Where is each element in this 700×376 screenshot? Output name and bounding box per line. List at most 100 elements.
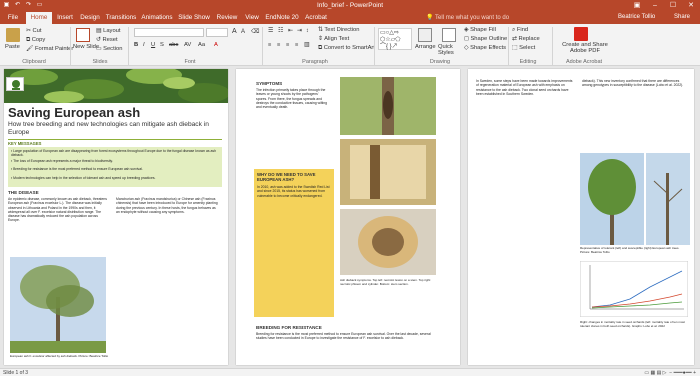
reset-button[interactable]: ↺ Reset xyxy=(96,37,118,43)
arrange-button[interactable]: Arrange xyxy=(415,44,436,50)
key-bullet-4-text: Modern technologies can help in the sele… xyxy=(13,176,156,180)
shape-fill-button[interactable]: ◈ Shape Fill xyxy=(464,27,496,33)
copy-button[interactable]: ⧉ Copy xyxy=(26,37,45,44)
new-slide-icon[interactable] xyxy=(76,28,90,42)
slide-page-1[interactable]: Saving European ash How tree breeding an… xyxy=(4,69,228,365)
select-button[interactable]: ⬚ Select xyxy=(512,45,535,51)
key-bullet-3-text: Breeding for resistance is the most pref… xyxy=(13,167,143,171)
status-bar: Slide 1 of 3 ▭ ▦ ▤ ▷ − ━━━●━━ + xyxy=(0,368,700,376)
shape-effects-button[interactable]: ◇ Shape Effects xyxy=(464,45,506,51)
replace-label: Replace xyxy=(518,36,540,42)
slides-group-label: Slides xyxy=(92,59,108,65)
tab-transitions[interactable]: Transitions xyxy=(104,12,138,24)
tab-file[interactable]: File xyxy=(2,12,24,24)
text-direction-button[interactable]: ⇅ Text Direction xyxy=(318,27,360,33)
section-label: Section xyxy=(103,46,123,52)
italic-icon[interactable]: I xyxy=(143,42,145,48)
justify-icon[interactable]: ≡ xyxy=(295,42,298,48)
ribbon-display-icon[interactable]: ▣ xyxy=(628,0,646,12)
quick-styles-icon[interactable] xyxy=(442,28,456,42)
slide-page-2[interactable]: SYMPTOMS The infection primarily takes p… xyxy=(236,69,460,365)
inventory-text: dieback). This new inventory confirmed t… xyxy=(582,79,684,88)
key-messages-box: ▪ Large population of European ash are d… xyxy=(8,147,222,187)
tell-me-search[interactable]: 💡 Tell me what you want to do xyxy=(426,14,509,21)
align-left-icon[interactable]: ≡ xyxy=(268,42,271,48)
char-spacing-icon[interactable]: AV xyxy=(184,42,191,48)
tab-endnote[interactable]: EndNote 20 xyxy=(264,12,300,24)
paragraph-group-label: Paragraph xyxy=(302,59,328,65)
cut-button[interactable]: ✂ Cut xyxy=(26,28,42,34)
breeding-heading: BREEDING FOR RESISTANCE xyxy=(256,325,322,330)
logo xyxy=(6,77,24,91)
paste-button[interactable]: Paste xyxy=(5,44,20,50)
paste-icon[interactable] xyxy=(6,28,20,42)
numbering-icon[interactable]: ☷ xyxy=(278,28,283,34)
columns-icon[interactable]: ▥ xyxy=(304,42,309,48)
tell-me-label: Tell me what you want to do xyxy=(435,15,510,21)
line-spacing-icon[interactable]: ↕ xyxy=(306,28,309,34)
font-color-icon[interactable]: A xyxy=(214,42,218,48)
divider xyxy=(8,139,222,140)
underline-icon[interactable]: U xyxy=(151,42,155,48)
create-pdf-icon[interactable] xyxy=(574,27,588,41)
key-bullet-4: ▪ Modern technologies can help in the se… xyxy=(11,176,156,180)
slide-canvas[interactable]: Saving European ash How tree breeding an… xyxy=(0,66,700,368)
bullets-icon[interactable]: ☰ xyxy=(268,28,273,34)
separator xyxy=(374,27,375,65)
tab-acrobat[interactable]: Acrobat xyxy=(302,12,330,24)
tab-home[interactable]: Home xyxy=(26,12,52,24)
convert-smartart-button[interactable]: ⧉ Convert to SmartArt xyxy=(318,45,375,52)
shadow-icon[interactable]: S xyxy=(160,42,164,48)
shrink-font-icon[interactable]: A xyxy=(241,29,245,35)
maximize-button[interactable]: ☐ xyxy=(664,0,682,12)
share-button[interactable]: Share xyxy=(674,14,690,20)
arrange-icon[interactable] xyxy=(418,28,432,42)
user-name[interactable]: Beatrice Tollio xyxy=(618,14,655,20)
font-size-box[interactable] xyxy=(206,28,228,37)
tab-view[interactable]: View xyxy=(242,12,262,24)
key-bullet-2: ▪ The loss of European ash represents a … xyxy=(11,159,113,163)
key-bullet-1: ▪ Large population of European ash are d… xyxy=(11,149,216,158)
key-messages-heading: KEY MESSAGES xyxy=(8,141,42,146)
sweden-text: In Sweden, some steps have been made tow… xyxy=(476,79,573,96)
tab-slide-show[interactable]: Slide Show xyxy=(176,12,212,24)
increase-indent-icon[interactable]: ⇥ xyxy=(297,28,302,34)
bold-icon[interactable]: B xyxy=(134,42,138,48)
section-button[interactable]: ▭ Section xyxy=(96,46,122,52)
slide-page-3[interactable]: In Sweden, some steps have been made tow… xyxy=(468,69,694,365)
format-painter-button[interactable]: 🖌 Format Painter xyxy=(26,46,73,52)
layout-button[interactable]: ▤ Layout xyxy=(96,28,121,34)
shapes-gallery[interactable]: ▭○△⇨ ⬡☆▱⬠ ⌒{ }↗ xyxy=(378,28,412,50)
font-name-box[interactable] xyxy=(134,28,204,37)
susceptible-ash-photo xyxy=(646,153,690,245)
shape-outline-button[interactable]: ◻ Shape Outline xyxy=(464,36,507,42)
create-pdf-button[interactable]: Create and Share Adobe PDF xyxy=(560,42,610,54)
tab-review[interactable]: Review xyxy=(214,12,240,24)
find-button[interactable]: ⌕ Find xyxy=(512,27,528,34)
editing-group-label: Editing xyxy=(519,59,537,65)
zoom-controls[interactable]: ▭ ▦ ▤ ▷ − ━━━●━━ + xyxy=(644,370,696,376)
align-text-button[interactable]: ⇕ Align Text xyxy=(318,36,349,42)
close-button[interactable]: ✕ xyxy=(682,0,700,12)
align-right-icon[interactable]: ≡ xyxy=(286,42,289,48)
decrease-indent-icon[interactable]: ⇤ xyxy=(288,28,293,34)
separator xyxy=(70,27,71,65)
align-center-icon[interactable]: ≡ xyxy=(277,42,280,48)
breeding-text: Breeding for resistance is the most pref… xyxy=(256,332,431,341)
clear-format-icon[interactable]: ⌫ xyxy=(251,29,259,35)
strikethrough-icon[interactable]: abc xyxy=(169,42,178,48)
tab-animations[interactable]: Animations xyxy=(140,12,174,24)
change-case-icon[interactable]: Aa xyxy=(198,42,205,48)
tolerant-ash-photo xyxy=(580,153,644,245)
minimize-button[interactable]: – xyxy=(646,0,664,12)
font-group-label: Font xyxy=(184,59,196,65)
cut-label: Cut xyxy=(32,28,42,34)
title-bar: ▣ ↶ ↷ ▭ Info_brief - PowerPoint ▣ – ☐ ✕ xyxy=(0,0,700,12)
tab-design[interactable]: Design xyxy=(78,12,102,24)
tab-insert[interactable]: Insert xyxy=(54,12,76,24)
separator xyxy=(128,27,129,65)
quick-styles-button[interactable]: Quick Styles xyxy=(438,44,462,56)
convert-smartart-label: Convert to SmartArt xyxy=(323,45,375,51)
grow-font-icon[interactable]: A xyxy=(232,28,237,35)
replace-button[interactable]: ⇄ Replace xyxy=(512,36,540,42)
